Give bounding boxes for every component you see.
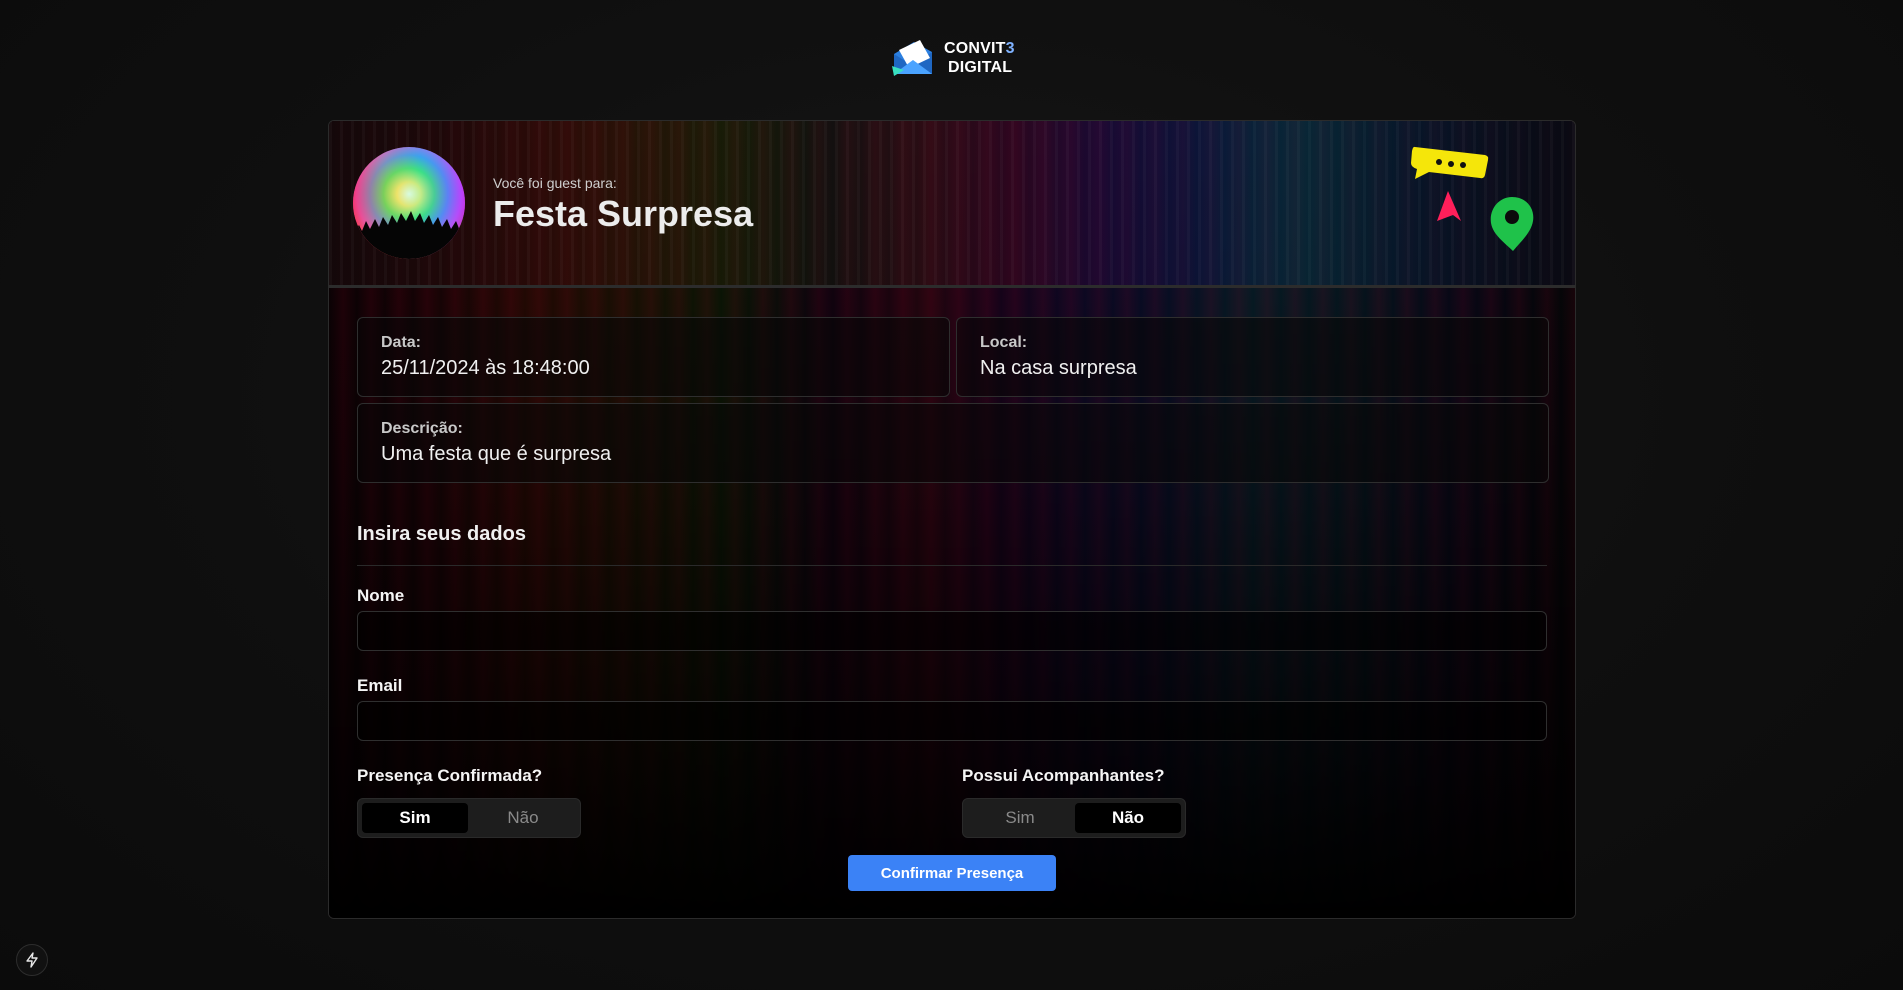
- confirm-presence-button[interactable]: Confirmar Presença: [848, 855, 1056, 891]
- invitation-card: Você foi guest para: Festa Surpresa Data…: [328, 120, 1576, 919]
- date-label: Data:: [381, 334, 422, 351]
- dev-indicator-button[interactable]: [16, 944, 48, 976]
- companions-yes-option[interactable]: Sim: [967, 803, 1073, 833]
- presence-toggle: Sim Não: [357, 798, 581, 838]
- event-title: Festa Surpresa: [493, 193, 754, 234]
- name-input[interactable]: [357, 611, 1547, 651]
- brand-logo: CONVIT3 DIGITAL: [890, 36, 1015, 80]
- presence-label: Presença Confirmada?: [357, 766, 543, 785]
- companions-toggle: Sim Não: [962, 798, 1186, 838]
- name-label: Nome: [357, 586, 405, 605]
- companions-label: Possui Acompanhantes?: [962, 766, 1165, 785]
- envelope-logo-icon: [892, 40, 932, 76]
- event-avatar: [353, 147, 465, 259]
- brand-wordmark: CONVIT3 DIGITAL: [944, 40, 1015, 76]
- presence-no-option[interactable]: Não: [470, 803, 576, 833]
- location-value: Na casa surpresa: [980, 357, 1137, 379]
- date-box: Data: 25/11/2024 às 18:48:00: [357, 317, 950, 397]
- presence-yes-option[interactable]: Sim: [362, 803, 468, 833]
- event-header: Você foi guest para: Festa Surpresa: [329, 121, 1575, 288]
- party-crowd-image: [353, 147, 465, 259]
- invite-subtitle: Você foi guest para:: [493, 175, 617, 191]
- section-divider: [357, 565, 1547, 566]
- date-value: 25/11/2024 às 18:48:00: [381, 357, 590, 379]
- location-box: Local: Na casa surpresa: [956, 317, 1549, 397]
- location-label: Local:: [980, 334, 1028, 351]
- description-value: Uma festa que é surpresa: [381, 443, 612, 465]
- description-box: Descrição: Uma festa que é surpresa: [357, 403, 1549, 483]
- header-decoration: [1411, 146, 1534, 251]
- cursor-arrow-icon: [1437, 191, 1461, 221]
- email-input[interactable]: [357, 701, 1547, 741]
- email-label: Email: [357, 676, 403, 695]
- description-label: Descrição:: [381, 420, 463, 437]
- companions-no-option[interactable]: Não: [1075, 803, 1181, 833]
- chat-bubble-icon: [1411, 146, 1489, 179]
- map-pin-icon: [1490, 197, 1534, 251]
- lightning-bolt-icon: [26, 952, 38, 968]
- form-section-title: Insira seus dados: [357, 523, 526, 545]
